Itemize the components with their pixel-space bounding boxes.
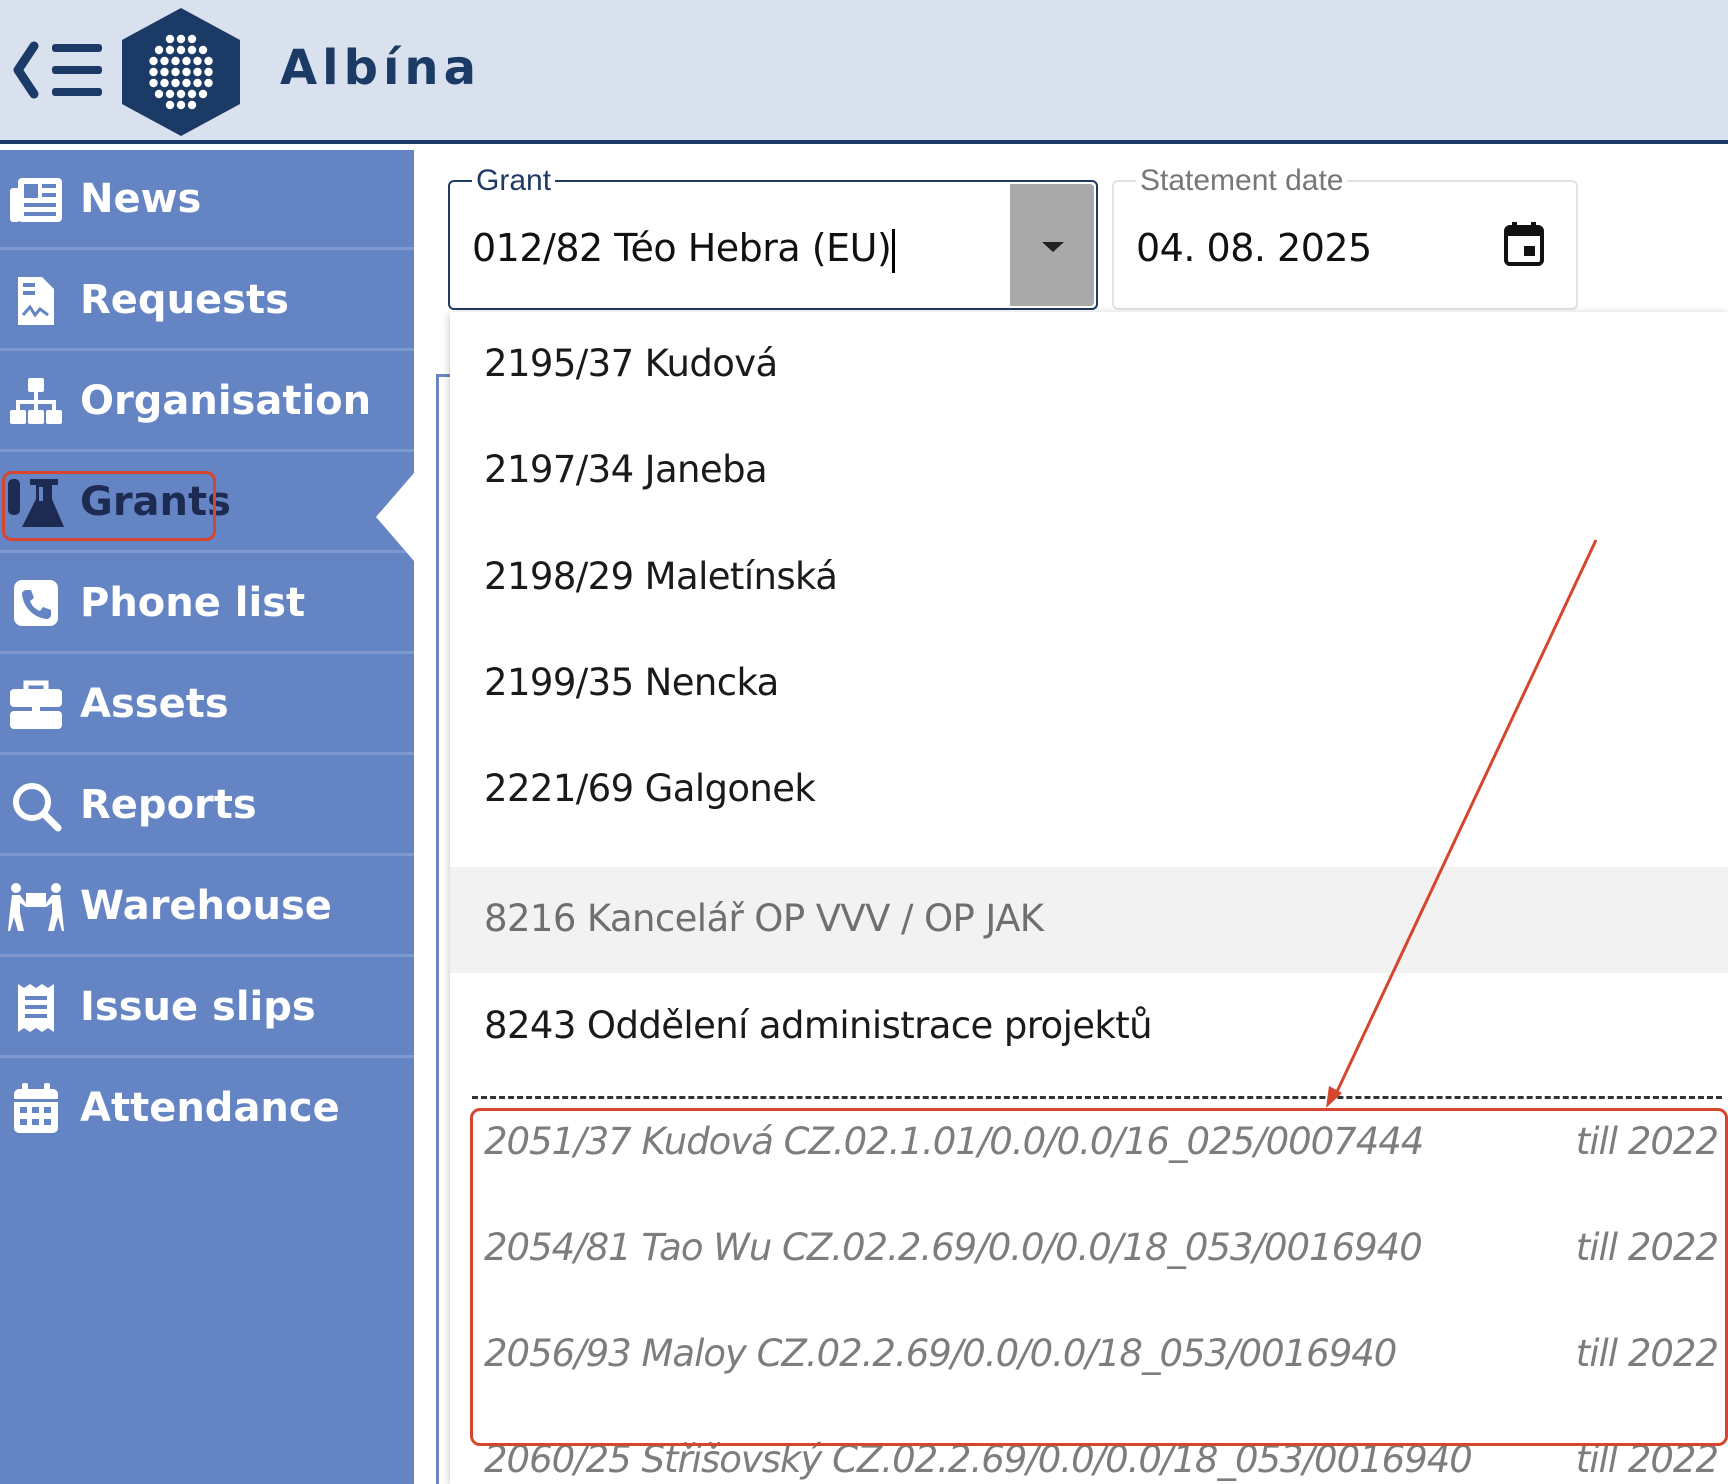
dropdown-option[interactable]: 2197/34 Janeba <box>450 418 1728 524</box>
sidebar-item-organisation[interactable]: Organisation <box>0 352 414 452</box>
sidebar-item-warehouse[interactable]: Warehouse <box>0 857 414 957</box>
dropdown-option-disabled: 8216 Kancelář OP VVV / OP JAK <box>450 867 1728 973</box>
grant-field-label: Grant <box>472 164 556 198</box>
logo-dot <box>182 56 191 66</box>
logo-dot <box>176 100 186 110</box>
dropdown-option[interactable]: 2221/69 Galgonek <box>450 737 1728 843</box>
logo-dot <box>154 45 164 55</box>
logo-dot <box>198 89 208 99</box>
receipt-icon <box>18 984 54 1032</box>
logo-dot <box>187 34 197 44</box>
logo-dot <box>171 56 180 66</box>
active-pointer <box>376 473 414 561</box>
annotation-highlight <box>2 471 216 541</box>
content-card-edge <box>436 374 450 1484</box>
sidebar-item-label: Warehouse <box>80 883 332 929</box>
dropdown-option[interactable]: 8243 Oddělení administrace projektů <box>450 974 1728 1080</box>
logo-dot <box>187 100 197 110</box>
dropdown-option-expired[interactable]: 2054/81 Tao Wu CZ.02.2.69/0.0/0.0/18_053… <box>450 1206 1728 1312</box>
document-signature-icon <box>18 277 54 325</box>
logo-dot <box>176 34 186 44</box>
statement-date-input[interactable]: 04. 08. 2025 <box>1136 226 1372 270</box>
calendar-picker-icon[interactable] <box>1504 222 1544 266</box>
sidebar-item-label: Requests <box>80 277 289 323</box>
logo-dot <box>165 100 175 110</box>
sidebar-item-reports[interactable]: Reports <box>0 756 414 856</box>
logo-dot <box>187 45 197 55</box>
sidebar-item-label: Phone list <box>80 580 306 626</box>
logo-dot <box>176 45 186 55</box>
logo-dot <box>154 89 164 99</box>
dropdown-option-expired[interactable]: 2051/37 Kudová CZ.02.1.01/0.0/0.0/16_025… <box>450 1100 1728 1206</box>
phone-icon <box>14 580 58 626</box>
dropdown-option[interactable]: 2199/35 Nencka <box>450 631 1728 737</box>
collapse-menu-icon[interactable] <box>12 40 104 100</box>
sidebar: News Requests Organisation Grants Phone … <box>0 150 414 1484</box>
sidebar-item-grants[interactable]: Grants <box>0 453 414 561</box>
logo-dot <box>204 78 213 88</box>
expired-separator <box>472 1096 1722 1099</box>
sidebar-item-phone-list[interactable]: Phone list <box>0 554 414 654</box>
statement-date-field[interactable]: Statement date 04. 08. 2025 <box>1112 164 1578 310</box>
newspaper-icon <box>10 178 62 222</box>
logo-dot <box>171 78 180 88</box>
grant-dropdown-list: 2195/37 Kudová 2197/34 Janeba 2198/29 Ma… <box>450 312 1728 1484</box>
text-caret <box>892 228 896 273</box>
logo-dot <box>160 78 169 88</box>
logo-dot <box>182 78 191 88</box>
logo-dot <box>176 89 186 99</box>
briefcase-icon <box>10 680 62 729</box>
expiry-label: till 2022 <box>1575 1438 1719 1481</box>
logo-dot <box>149 56 158 66</box>
logo-dot <box>187 89 197 99</box>
grant-select[interactable]: Grant 012/82 Téo Hebra (EU) <box>448 164 1098 310</box>
sitemap-icon <box>10 378 62 424</box>
sidebar-item-label: Assets <box>80 681 229 727</box>
expiry-label: till 2022 <box>1575 1226 1719 1269</box>
sidebar-item-label: Attendance <box>80 1085 340 1131</box>
expiry-label: till 2022 <box>1575 1120 1719 1163</box>
dropdown-option[interactable]: 2195/37 Kudová <box>450 312 1728 418</box>
logo-dot <box>193 78 202 88</box>
logo-dot <box>165 34 175 44</box>
sidebar-item-requests[interactable]: Requests <box>0 251 414 351</box>
expiry-label: till 2022 <box>1575 1332 1719 1375</box>
sidebar-item-assets[interactable]: Assets <box>0 655 414 755</box>
logo-dot <box>160 56 169 66</box>
sidebar-item-attendance[interactable]: Attendance <box>0 1059 414 1159</box>
logo-dot <box>149 78 158 88</box>
logo-dot <box>165 45 175 55</box>
logo-dot <box>204 67 213 77</box>
caret-down-icon <box>1042 242 1064 252</box>
grant-input[interactable]: 012/82 Téo Hebra (EU) <box>472 226 896 273</box>
logo-dot <box>198 45 208 55</box>
statement-date-label: Statement date <box>1136 164 1348 198</box>
dropdown-option[interactable]: 2198/29 Maletínská <box>450 525 1728 631</box>
logo-dot <box>193 56 202 66</box>
app-title: Albína <box>280 40 481 96</box>
logo-dot <box>193 67 202 77</box>
logo-icon[interactable] <box>122 8 240 136</box>
dropdown-toggle-button[interactable] <box>1010 184 1094 306</box>
sidebar-item-label: Reports <box>80 782 257 828</box>
logo-dot <box>204 56 213 66</box>
logo-dot <box>182 67 191 77</box>
calendar-icon <box>14 1083 58 1133</box>
logo-dot <box>149 67 158 77</box>
top-bar: Albína <box>0 0 1728 144</box>
dropdown-option-expired[interactable]: 2060/25 Střišovský CZ.02.2.69/0.0/0.0/18… <box>450 1418 1728 1484</box>
logo-dot <box>171 67 180 77</box>
sidebar-item-issue-slips[interactable]: Issue slips <box>0 958 414 1058</box>
sidebar-item-news[interactable]: News <box>0 150 414 250</box>
logo-dot <box>160 67 169 77</box>
logo-dot <box>165 89 175 99</box>
sidebar-item-label: Organisation <box>80 378 372 424</box>
people-carry-icon <box>8 883 64 931</box>
dropdown-option-expired[interactable]: 2056/93 Maloy CZ.02.2.69/0.0/0.0/18_053/… <box>450 1312 1728 1418</box>
sidebar-item-label: News <box>80 176 202 222</box>
search-icon <box>13 783 62 832</box>
sidebar-item-label: Issue slips <box>80 984 316 1030</box>
